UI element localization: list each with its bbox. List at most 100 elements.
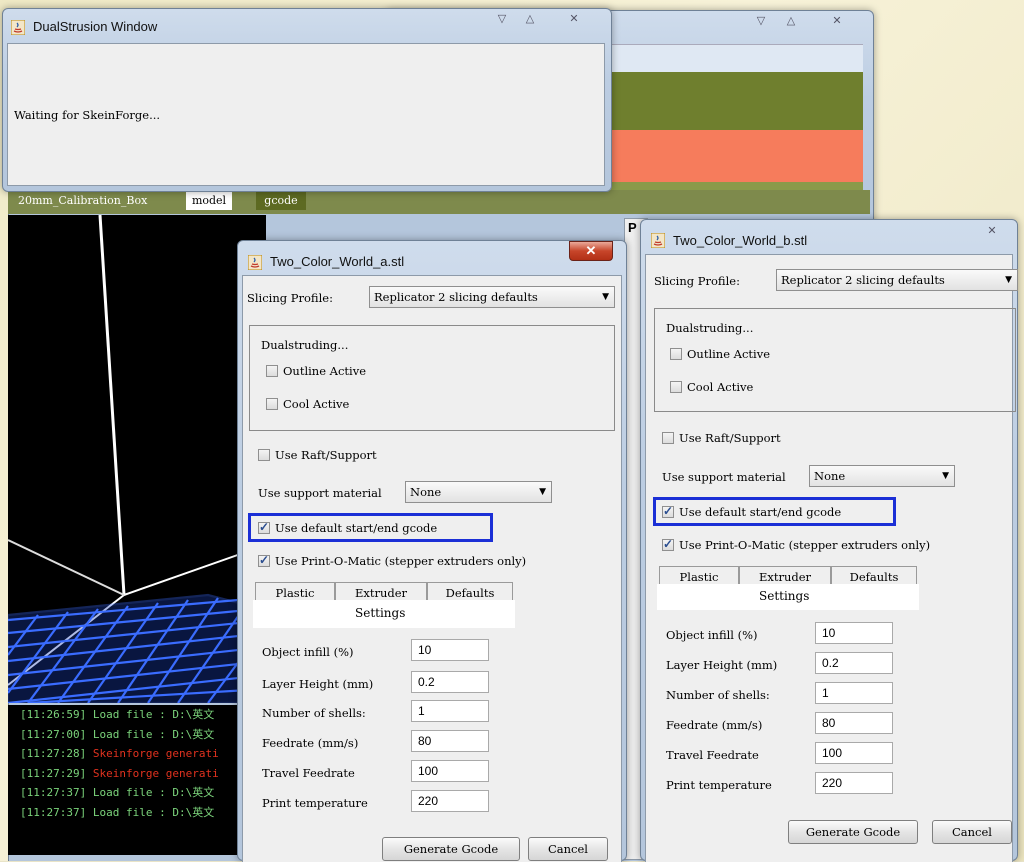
use-default-gcode-label: Use default start/end gcode [679,505,842,519]
settings-title: Settings [759,589,810,603]
outline-active-label: Outline Active [283,364,367,378]
outline-active-checkbox[interactable] [670,348,682,360]
setting-label: Number of shells: [666,688,770,702]
setting-label: Layer Height (mm) [262,677,374,691]
java-icon [248,255,262,270]
tab-defaults[interactable]: Defaults [831,566,917,586]
feedrate-input[interactable]: 80 [815,712,893,734]
layer-height-input[interactable]: 0.2 [411,671,489,693]
salmon-strip [611,130,863,182]
object-infill-input[interactable]: 10 [815,622,893,644]
setting-label: Layer Height (mm) [666,658,778,672]
support-material-label: Use support material [662,470,786,484]
tab-file[interactable]: 20mm_Calibration_Box [18,194,147,207]
support-material-label: Use support material [258,486,382,500]
tab-extruder[interactable]: Extruder [335,582,427,602]
cool-active-label: Cool Active [687,380,754,394]
minimize-icon[interactable]: ▽ [750,14,772,28]
cancel-button[interactable]: Cancel [932,820,1012,844]
support-material-select[interactable]: None ▼ [405,481,552,503]
dualstruding-label: Dualstruding... [666,321,754,335]
settings-title: Settings [355,606,406,620]
log-line: [11:27:37] Load file : D:\英文 [20,805,215,819]
console-log: [11:26:59] Load file : D:\英文 [11:27:00] … [8,705,266,855]
chevron-down-icon: ▼ [602,292,609,302]
use-print-o-matic-label: Use Print-O-Matic (stepper extruders onl… [275,554,527,568]
outline-active-label: Outline Active [687,347,771,361]
log-line: [11:27:29] Skeinforge generati [20,766,219,780]
close-icon[interactable]: ✕ [826,14,848,28]
log-line: [11:27:37] Load file : D:\英文 [20,786,215,799]
use-raft-label: Use Raft/Support [275,448,377,462]
tab-gcode[interactable]: gcode [256,192,306,210]
close-icon[interactable]: ✕ [569,241,613,261]
maximize-icon[interactable]: △ [780,14,802,28]
minimize-icon[interactable]: ▽ [491,12,513,26]
setting-label: Travel Feedrate [666,748,759,762]
tab-plastic[interactable]: Plastic [255,582,335,602]
slicing-profile-label: Slicing Profile: [654,274,740,288]
outline-active-checkbox[interactable] [266,365,278,377]
dualstruding-label: Dualstruding... [261,338,349,352]
print-temperature-input[interactable]: 220 [815,772,893,794]
setting-label: Feedrate (mm/s) [262,736,359,750]
cool-active-checkbox[interactable] [670,381,682,393]
generate-gcode-button[interactable]: Generate Gcode [788,820,918,844]
maximize-icon[interactable]: △ [519,12,541,26]
use-print-o-matic-checkbox[interactable] [662,537,674,551]
close-icon[interactable]: ✕ [563,12,585,26]
dualstrusion-client: Waiting for SkeinForge... [7,43,605,186]
tab-extruder[interactable]: Extruder [739,566,831,586]
use-raft-label: Use Raft/Support [679,431,781,445]
panel-label-letter: P [628,220,637,235]
chevron-down-icon: ▼ [942,471,949,481]
olive-strip [611,72,863,130]
java-icon [11,20,25,35]
print-temperature-input[interactable]: 220 [411,790,489,812]
slicing-profile-select[interactable]: Replicator 2 slicing defaults ▼ [776,269,1018,291]
log-line: [11:26:59] Load file : D:\英文 [20,708,215,721]
layer-height-input[interactable]: 0.2 [815,652,893,674]
setting-label: Travel Feedrate [262,766,355,780]
chevron-down-icon: ▼ [1005,275,1012,285]
dualstrusion-window: DualStrusion Window ▽ △ ✕ Waiting for Sk… [2,8,612,192]
support-material-select[interactable]: None ▼ [809,465,955,487]
status-message: Waiting for SkeinForge... [14,108,161,122]
setting-label: Print temperature [262,796,368,810]
window-title: Two_Color_World_b.stl [673,233,808,248]
travel-feedrate-input[interactable]: 100 [815,742,893,764]
toolbar-strip [611,44,863,73]
cool-active-label: Cool Active [283,397,350,411]
java-icon [651,233,665,248]
use-default-gcode-label: Use default start/end gcode [275,521,438,535]
tab-model[interactable]: model [186,192,232,210]
setting-label: Print temperature [666,778,772,792]
slicing-profile-select[interactable]: Replicator 2 slicing defaults ▼ [369,286,615,308]
setting-label: Number of shells: [262,706,366,720]
close-icon[interactable]: ✕ [981,224,1003,238]
use-default-gcode-checkbox[interactable] [258,520,270,534]
cool-active-checkbox[interactable] [266,398,278,410]
number-of-shells-input[interactable]: 1 [411,700,489,722]
use-raft-checkbox[interactable] [258,449,270,461]
tab-plastic[interactable]: Plastic [659,566,739,586]
model-viewer-3d[interactable] [8,215,266,703]
slicing-profile-label: Slicing Profile: [247,291,333,305]
window-title: Two_Color_World_a.stl [270,254,405,269]
generate-gcode-button[interactable]: Generate Gcode [382,837,520,861]
use-print-o-matic-checkbox[interactable] [258,553,270,567]
log-line: [11:27:00] Load file : D:\英文 [20,727,215,741]
number-of-shells-input[interactable]: 1 [815,682,893,704]
use-print-o-matic-label: Use Print-O-Matic (stepper extruders onl… [679,538,931,552]
setting-label: Object infill (%) [262,645,354,659]
setting-label: Object infill (%) [666,628,758,642]
travel-feedrate-input[interactable]: 100 [411,760,489,782]
setting-label: Feedrate (mm/s) [666,718,763,732]
use-default-gcode-checkbox[interactable] [662,504,674,518]
use-raft-checkbox[interactable] [662,432,674,444]
object-infill-input[interactable]: 10 [411,639,489,661]
build-platform-grid [8,215,266,703]
feedrate-input[interactable]: 80 [411,730,489,752]
cancel-button[interactable]: Cancel [528,837,608,861]
tab-defaults[interactable]: Defaults [427,582,513,602]
